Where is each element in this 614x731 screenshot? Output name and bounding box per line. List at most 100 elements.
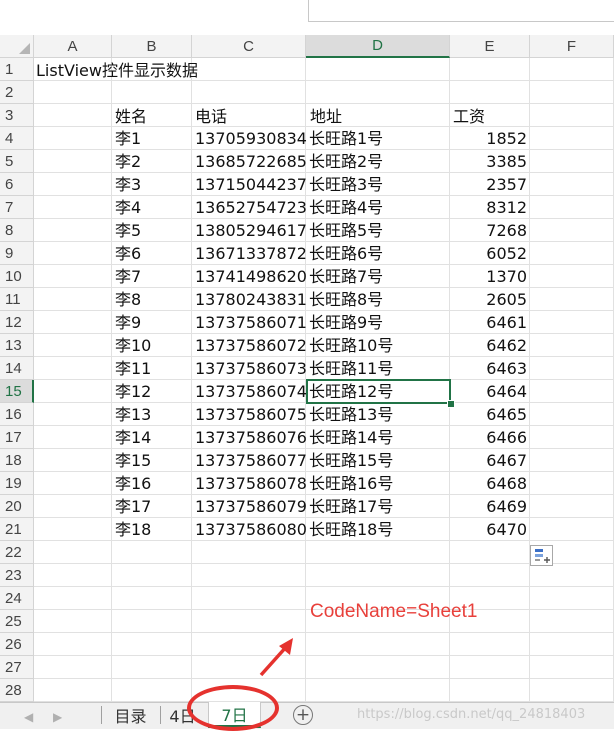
cell-phone[interactable]: 13715044237	[192, 173, 307, 196]
cell-name[interactable]: 李5	[112, 219, 192, 242]
cell-phone[interactable]: 13737586079	[192, 495, 307, 518]
cell-phone[interactable]: 13737586074	[192, 380, 307, 403]
cell-name[interactable]: 李18	[112, 518, 192, 541]
row-header-28[interactable]: 28	[0, 679, 34, 702]
cell-phone[interactable]: 13737586078	[192, 472, 307, 495]
row-header-24[interactable]: 24	[0, 587, 34, 610]
cell-name[interactable]: 李1	[112, 127, 192, 150]
cell-salary[interactable]: 2357	[450, 173, 530, 196]
header-salary[interactable]: 工资	[450, 105, 488, 128]
cell-salary[interactable]: 2605	[450, 288, 530, 311]
row-header-13[interactable]: 13	[0, 334, 34, 357]
cell-name[interactable]: 李3	[112, 173, 192, 196]
cell-name[interactable]: 李2	[112, 150, 192, 173]
formula-bar-area[interactable]	[308, 0, 614, 22]
cell-salary[interactable]: 6463	[450, 357, 530, 380]
row-header-3[interactable]: 3	[0, 104, 34, 127]
column-header-F[interactable]: F	[530, 35, 614, 58]
row-header-10[interactable]: 10	[0, 265, 34, 288]
column-header-B[interactable]: B	[112, 35, 192, 58]
cell-address[interactable]: 长旺路3号	[306, 173, 450, 196]
header-address[interactable]: 地址	[307, 105, 345, 128]
cell-name[interactable]: 李16	[112, 472, 192, 495]
cell-salary[interactable]: 6467	[450, 449, 530, 472]
cell-salary[interactable]: 1852	[450, 127, 530, 150]
cell-salary[interactable]: 1370	[450, 265, 530, 288]
row-header-11[interactable]: 11	[0, 288, 34, 311]
cell-salary[interactable]: 6464	[450, 380, 530, 403]
row-header-8[interactable]: 8	[0, 219, 34, 242]
header-name[interactable]: 姓名	[112, 105, 150, 128]
fill-handle[interactable]	[447, 400, 455, 408]
row-header-4[interactable]: 4	[0, 127, 34, 150]
row-header-26[interactable]: 26	[0, 633, 34, 656]
cell-phone[interactable]: 13805294617	[192, 219, 307, 242]
row-header-9[interactable]: 9	[0, 242, 34, 265]
cell-address[interactable]: 长旺路9号	[306, 311, 450, 334]
header-phone[interactable]: 电话	[192, 105, 230, 128]
row-header-19[interactable]: 19	[0, 472, 34, 495]
row-header-20[interactable]: 20	[0, 495, 34, 518]
cell-name[interactable]: 李9	[112, 311, 192, 334]
cell-phone[interactable]: 13737586073	[192, 357, 307, 380]
column-header-D[interactable]: D	[306, 35, 450, 58]
cell-phone[interactable]: 13685722685	[192, 150, 307, 173]
cell-A1-title[interactable]: ListView控件显示数据	[33, 59, 201, 82]
cell-address[interactable]: 长旺路16号	[306, 472, 450, 495]
column-header-A[interactable]: A	[34, 35, 112, 58]
cell-name[interactable]: 李12	[112, 380, 192, 403]
cell-address[interactable]: 长旺路13号	[306, 403, 450, 426]
cell-address[interactable]: 长旺路17号	[306, 495, 450, 518]
cell-salary[interactable]: 8312	[450, 196, 530, 219]
select-all-corner[interactable]	[0, 35, 34, 58]
row-header-23[interactable]: 23	[0, 564, 34, 587]
cell-phone[interactable]: 13737586075	[192, 403, 307, 426]
cell-salary[interactable]: 7268	[450, 219, 530, 242]
cell-name[interactable]: 李6	[112, 242, 192, 265]
cell-name[interactable]: 李14	[112, 426, 192, 449]
cell-name[interactable]: 李7	[112, 265, 192, 288]
cell-address[interactable]: 长旺路8号	[306, 288, 450, 311]
chevron-right-icon[interactable]: ▶	[53, 710, 62, 724]
cell-address[interactable]: 长旺路14号	[306, 426, 450, 449]
row-header-25[interactable]: 25	[0, 610, 34, 633]
cell-phone[interactable]: 13737586072	[192, 334, 307, 357]
cell-salary[interactable]: 6470	[450, 518, 530, 541]
cell-address[interactable]: 长旺路4号	[306, 196, 450, 219]
cell-address[interactable]: 长旺路6号	[306, 242, 450, 265]
row-header-22[interactable]: 22	[0, 541, 34, 564]
row-header-2[interactable]: 2	[0, 81, 34, 104]
cell-address[interactable]: 长旺路15号	[306, 449, 450, 472]
cell-address[interactable]: 长旺路11号	[306, 357, 450, 380]
sheet-tab-0[interactable]: 目录	[103, 702, 158, 728]
row-header-18[interactable]: 18	[0, 449, 34, 472]
row-header-1[interactable]: 1	[0, 58, 34, 81]
plus-circle-icon[interactable]: +	[293, 705, 313, 725]
cell-phone[interactable]: 13780243831	[192, 288, 307, 311]
row-header-12[interactable]: 12	[0, 311, 34, 334]
cell-salary[interactable]: 3385	[450, 150, 530, 173]
cell-salary[interactable]: 6468	[450, 472, 530, 495]
row-header-16[interactable]: 16	[0, 403, 34, 426]
quick-analysis-icon[interactable]	[530, 545, 553, 566]
cell-name[interactable]: 李13	[112, 403, 192, 426]
cell-salary[interactable]: 6052	[450, 242, 530, 265]
cell-phone[interactable]: 13671337872	[192, 242, 307, 265]
column-header-C[interactable]: C	[192, 35, 306, 58]
cell-phone[interactable]: 13737586077	[192, 449, 307, 472]
cell-name[interactable]: 李8	[112, 288, 192, 311]
row-header-5[interactable]: 5	[0, 150, 34, 173]
row-header-6[interactable]: 6	[0, 173, 34, 196]
cell-address[interactable]: 长旺路7号	[306, 265, 450, 288]
cell-address[interactable]: 长旺路1号	[306, 127, 450, 150]
chevron-left-icon[interactable]: ◀	[24, 710, 33, 724]
row-header-21[interactable]: 21	[0, 518, 34, 541]
cell-phone[interactable]: 13652754723	[192, 196, 307, 219]
cell-phone[interactable]: 13737586076	[192, 426, 307, 449]
cell-salary[interactable]: 6461	[450, 311, 530, 334]
cell-name[interactable]: 李11	[112, 357, 192, 380]
cell-address[interactable]: 长旺路5号	[306, 219, 450, 242]
row-header-27[interactable]: 27	[0, 656, 34, 679]
cell-name[interactable]: 李4	[112, 196, 192, 219]
cell-address[interactable]: 长旺路10号	[306, 334, 450, 357]
